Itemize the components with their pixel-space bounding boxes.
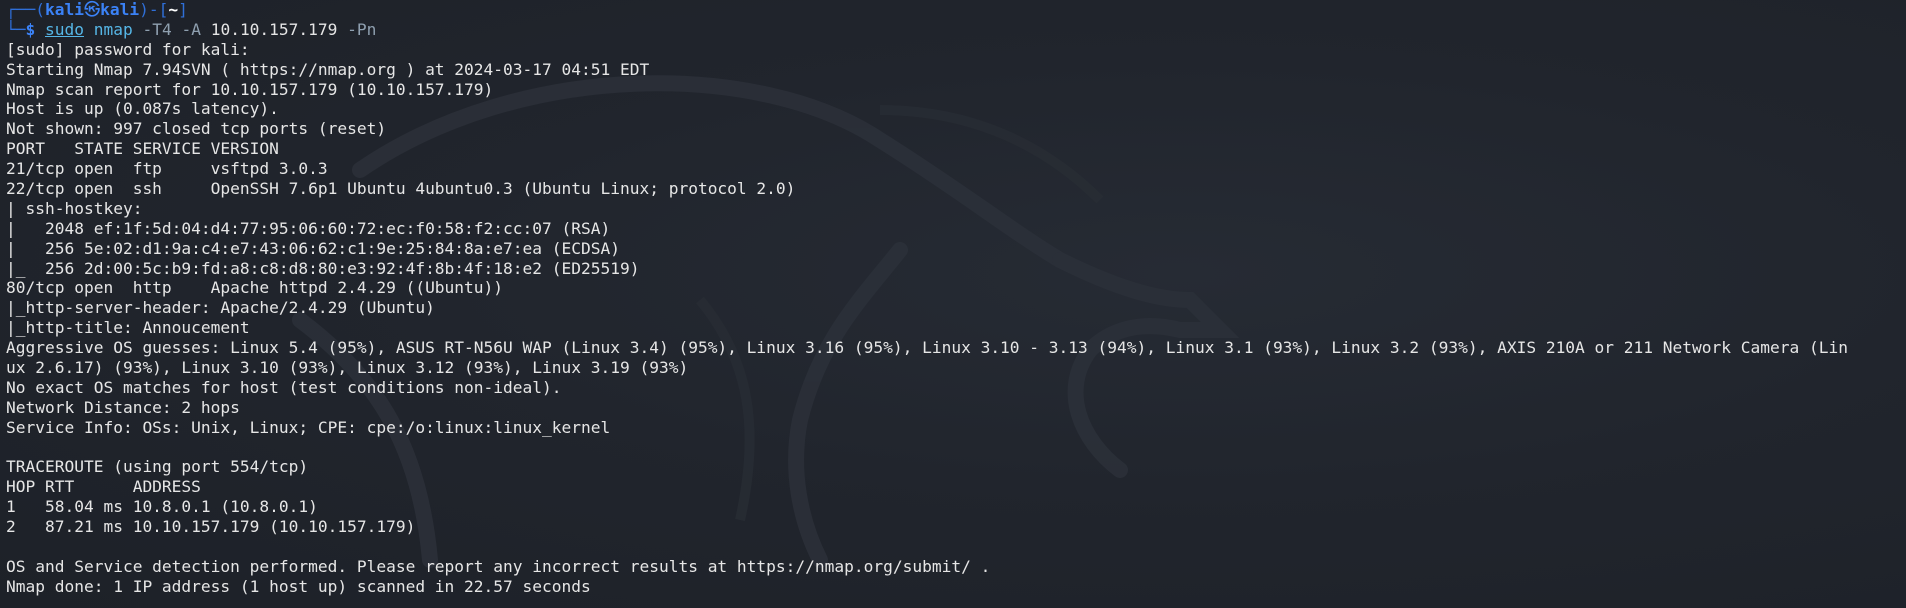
- output-line: Not shown: 997 closed tcp ports (reset): [6, 119, 387, 139]
- command-pn-flag: -Pn: [347, 19, 377, 39]
- output-line: OS and Service detection performed. Plea…: [6, 556, 991, 576]
- output-line: 1 58.04 ms 10.8.0.1 (10.8.0.1): [6, 497, 318, 517]
- output-line: Service Info: OSs: Unix, Linux; CPE: cpe…: [6, 417, 611, 437]
- command-flags: -T4 -A: [142, 19, 201, 39]
- command-line[interactable]: └─$ sudo nmap -T4 -A 10.10.157.179 -Pn: [6, 20, 1906, 40]
- output-line: |_http-server-header: Apache/2.4.29 (Ubu…: [6, 298, 435, 318]
- output-line: Nmap scan report for 10.10.157.179 (10.1…: [6, 79, 494, 99]
- output-line: PORT STATE SERVICE VERSION: [6, 139, 279, 159]
- output-line: |_http-title: Annoucement: [6, 318, 250, 338]
- prompt-host: kali: [100, 0, 140, 19]
- prompt-frame-bottom: └─: [6, 19, 26, 39]
- prompt-frame-top: ┌──(: [6, 0, 45, 19]
- output-line: No exact OS matches for host (test condi…: [6, 377, 562, 397]
- prompt-frame-mid: )-[: [139, 0, 169, 19]
- output-line: ux 2.6.17) (93%), Linux 3.10 (93%), Linu…: [6, 358, 689, 378]
- command-sudo: sudo: [45, 19, 84, 39]
- output-line: TRACEROUTE (using port 554/tcp): [6, 457, 309, 477]
- output-line: 80/tcp open http Apache httpd 2.4.29 ((U…: [6, 278, 504, 298]
- terminal-output: ┌──(kali㉿kali)-[~] └─$ sudo nmap -T4 -A …: [6, 0, 1906, 597]
- output-line: [sudo] password for kali:: [6, 39, 260, 59]
- command-target: 10.10.157.179: [210, 19, 338, 39]
- output-line: 22/tcp open ssh OpenSSH 7.6p1 Ubuntu 4ub…: [6, 179, 796, 199]
- output-line: Network Distance: 2 hops: [6, 397, 240, 417]
- output-line: |_ 256 2d:00:5c:b9:fd:a8:c8:d8:80:e3:92:…: [6, 258, 640, 278]
- output-line: | 2048 ef:1f:5d:04:d4:77:95:06:60:72:ec:…: [6, 218, 611, 238]
- command-nmap: nmap: [93, 19, 133, 39]
- prompt-dollar: $: [25, 19, 36, 39]
- output-line: 21/tcp open ftp vsftpd 3.0.3: [6, 159, 328, 179]
- output-line: | 256 5e:02:d1:9a:c4:e7:43:06:62:c1:9e:2…: [6, 238, 620, 258]
- output-line: Host is up (0.087s latency).: [6, 99, 279, 119]
- prompt-user: kali: [44, 0, 84, 19]
- prompt-header-line: ┌──(kali㉿kali)-[~]: [6, 0, 1906, 20]
- output-line: Nmap done: 1 IP address (1 host up) scan…: [6, 576, 591, 596]
- terminal-window[interactable]: ​ ┌──(kali㉿kali)-[~] └─$ sudo nmap -T4 -…: [0, 0, 1906, 608]
- output-line: HOP RTT ADDRESS: [6, 477, 201, 497]
- output-line: Aggressive OS guesses: Linux 5.4 (95%), …: [6, 338, 1848, 358]
- output-line: 2 87.21 ms 10.10.157.179 (10.10.157.179): [6, 517, 416, 537]
- prompt-directory: ~: [168, 0, 179, 19]
- output-line: Starting Nmap 7.94SVN ( https://nmap.org…: [6, 59, 650, 79]
- output-line: | ssh-hostkey:: [6, 198, 153, 218]
- prompt-frame-end: ]: [178, 0, 188, 19]
- skull-icon: ㉿: [83, 0, 101, 19]
